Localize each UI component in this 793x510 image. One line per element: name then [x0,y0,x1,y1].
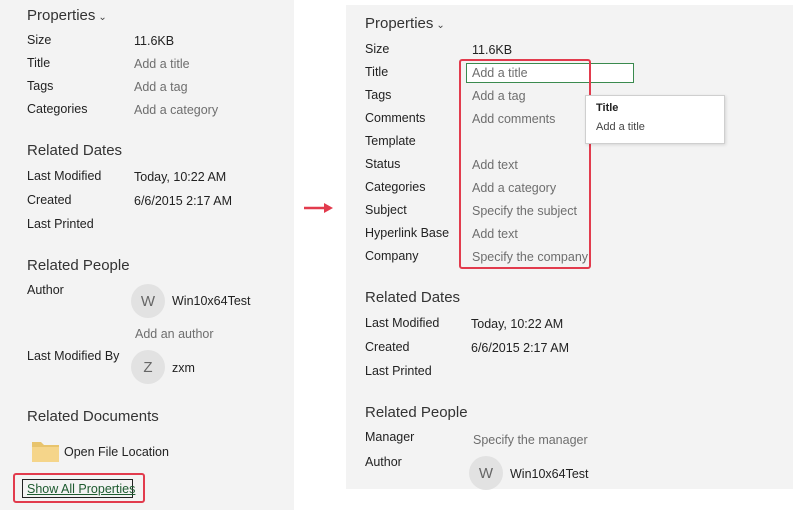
fields-highlight [459,59,591,269]
title-tooltip: Title Add a title [585,95,725,144]
status-label: Status [365,157,401,171]
properties-heading-right: Properties [365,15,434,32]
avatar: Z [131,350,165,384]
avatar: W [469,456,503,490]
categories-label-left: Categories [27,102,88,116]
add-author-link[interactable]: Add an author [135,327,214,341]
size-value-right: 11.6KB [472,43,513,57]
related-people-heading-right: Related People [365,404,468,421]
last-modified-value-left: Today, 10:22 AM [134,170,227,184]
manager-label: Manager [365,430,415,444]
last-modified-label-right: Last Modified [365,316,440,330]
left-properties-panel [0,0,294,510]
size-value-left: 11.6KB [134,34,175,48]
properties-heading-left: Properties [27,7,96,24]
size-label-left: Size [27,33,52,47]
last-printed-label-right: Last Printed [365,364,432,378]
properties-dropdown-right[interactable]: Properties ⌄ [365,15,445,32]
tags-label-left: Tags [27,79,54,93]
created-value-right: 6/6/2015 2:17 AM [471,341,569,355]
related-documents-heading: Related Documents [27,408,159,425]
author-label-left: Author [27,283,64,297]
tags-field-left[interactable]: Add a tag [134,80,188,94]
created-label-right: Created [365,340,410,354]
tags-label-right: Tags [365,88,392,102]
author-name-right[interactable]: Win10x64Test [510,467,589,481]
created-value-left: 6/6/2015 2:17 AM [134,194,232,208]
last-modified-label-left: Last Modified [27,169,102,183]
related-dates-heading-left: Related Dates [27,142,123,159]
company-label: Company [365,249,419,263]
categories-label-right: Categories [365,180,426,194]
folder-icon [32,442,59,462]
categories-field-left[interactable]: Add a category [134,103,218,117]
author-label-right: Author [365,455,402,469]
hyperlink-base-label: Hyperlink Base [365,226,450,240]
tooltip-title: Title [596,102,619,114]
created-label-left: Created [27,193,72,207]
subject-label: Subject [365,203,407,217]
last-modified-by-label: Last Modified By [27,349,120,363]
modifier-name[interactable]: zxm [172,361,195,375]
title-label-right: Title [365,65,389,79]
related-people-heading-left: Related People [27,257,130,274]
comments-label: Comments [365,111,426,125]
related-dates-heading-right: Related Dates [365,289,461,306]
open-file-location-link[interactable]: Open File Location [64,445,169,459]
title-label-left: Title [27,56,51,70]
arrow-right-icon [304,203,333,213]
template-label: Template [365,134,416,148]
show-all-properties-link[interactable]: Show All Properties [27,482,135,496]
size-label-right: Size [365,42,390,56]
chevron-down-icon: ⌄ [436,20,445,31]
last-modified-value-right: Today, 10:22 AM [471,317,564,331]
last-printed-label-left: Last Printed [27,217,94,231]
tooltip-text: Add a title [596,121,645,133]
title-field-left[interactable]: Add a title [134,57,190,71]
properties-dropdown-left[interactable]: Properties ⌄ [27,7,107,24]
manager-field[interactable]: Specify the manager [473,433,588,447]
avatar: W [131,284,165,318]
chevron-down-icon: ⌄ [98,12,107,23]
author-name-left[interactable]: Win10x64Test [172,294,251,308]
